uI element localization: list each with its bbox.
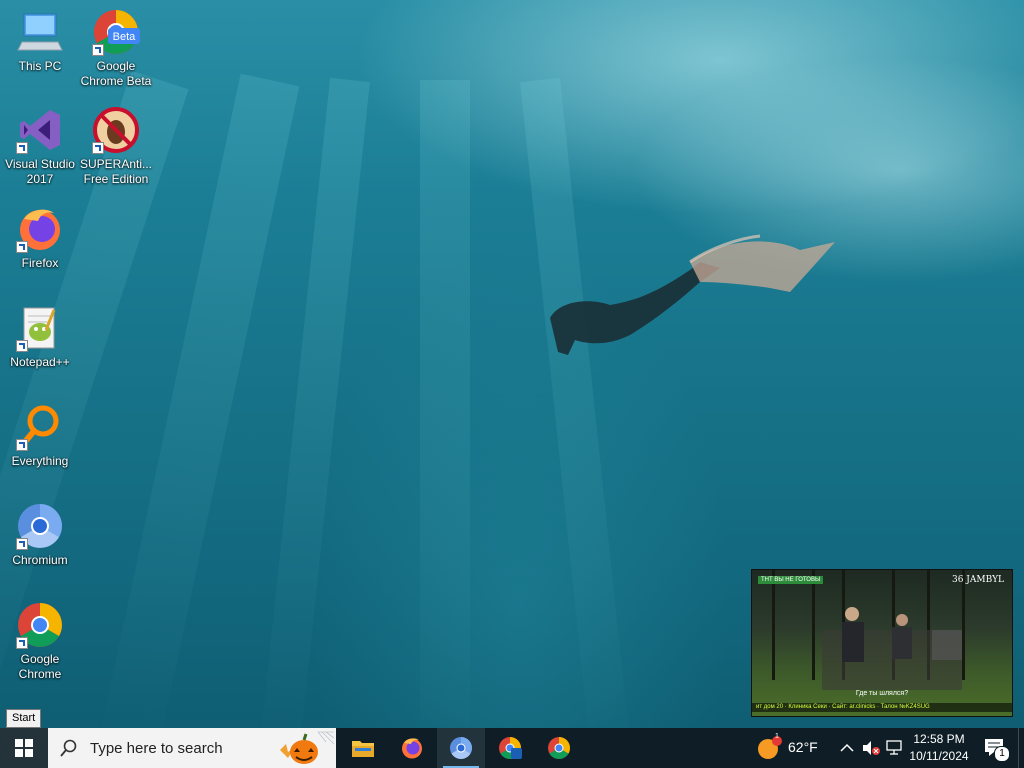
notification-count-badge: 1 [994,746,1010,762]
taskbar-chromium[interactable] [437,728,485,768]
video-thumbnail-popup[interactable]: ТНТ ВЫ НЕ ГОТОВЫ 36 JAMBYL Где ты шлялся… [751,569,1013,717]
action-center-button[interactable]: 1 [978,728,1018,768]
shortcut-arrow-icon [92,142,104,154]
chromium-icon [16,502,64,550]
channel-tag: ТНТ ВЫ НЕ ГОТОВЫ [758,576,824,584]
desktop-icon-label: SUPERAnti... Free Edition [79,157,153,186]
computer-icon [16,8,64,56]
search-icon [60,739,77,757]
chrome-icon [548,737,570,759]
weather-badge: 1 [775,733,779,740]
taskbar-firefox[interactable] [388,728,436,768]
weather-widget[interactable]: 1 62°F [752,728,824,768]
desktop-icon-label: Google Chrome [18,652,62,681]
desktop-icon-chrome[interactable]: Google Chrome [0,601,80,682]
superantispyware-icon [92,106,140,154]
weather-temperature: 62°F [788,739,818,755]
show-desktop-button[interactable] [1018,728,1024,768]
desktop-icon-chromium[interactable]: Chromium [0,502,80,568]
chrome-icon [16,601,64,649]
taskbar-chrome[interactable] [535,728,583,768]
desktop-icon-label: Google Chrome Beta [80,59,152,88]
start-button[interactable] [0,728,48,768]
shortcut-arrow-icon [16,340,28,352]
notepad-plus-plus-icon [16,304,64,352]
desktop-icon-label: Visual Studio 2017 [5,157,75,186]
shortcut-arrow-icon [16,439,28,451]
volume-muted-icon[interactable] [862,740,880,756]
desktop-icon-label: Chromium [12,553,68,567]
clock[interactable]: 12:58 PM 10/11/2024 [906,728,972,768]
desktop-icon-label: Everything [11,454,69,468]
taskbar: Type here to search 1 62°F 12:58 PM 10/1… [0,728,1024,768]
network-icon[interactable] [886,740,904,756]
desktop-icon-notepad-plus-plus[interactable]: Notepad++ [0,304,80,370]
news-ticker: ит дом 20 · Клиника Секи · Сайт: ar.clin… [752,703,1012,712]
search-box[interactable]: Type here to search [48,728,336,768]
halloween-pumpkin-icon [280,731,335,764]
chrome-beta-icon: Beta [92,8,140,56]
video-subtitle: Где ты шлялся? [855,690,909,697]
desktop-icon-superantispyware[interactable]: SUPERAnti... Free Edition [76,106,156,187]
folder-icon [352,741,374,757]
desktop-icon-label: This PC [18,59,62,73]
shortcut-arrow-icon [16,538,28,550]
taskbar-file-explorer[interactable] [339,728,387,768]
channel-logo: 36 JAMBYL [951,575,1004,585]
start-tooltip: Start [6,709,42,728]
desktop-icon-label: Firefox [21,256,59,270]
shortcut-arrow-icon [16,142,28,154]
desktop-icon-label: Notepad++ [10,355,70,369]
windows-logo-icon [15,739,33,757]
shortcut-arrow-icon [16,241,28,253]
shortcut-arrow-icon [16,637,28,649]
desktop-icon-visual-studio[interactable]: Visual Studio 2017 [0,106,80,187]
visual-studio-icon [16,106,64,154]
clock-time: 12:58 PM [913,732,965,746]
chrome-beta-icon [499,737,522,759]
desktop-icon-this-pc[interactable]: This PC [0,8,80,74]
clock-date: 10/11/2024 [909,749,969,763]
shortcut-arrow-icon [92,44,104,56]
desktop-wallpaper: This PC Beta Google Chrome Beta Visual S… [0,0,1024,728]
everything-search-icon [16,403,64,451]
desktop-icon-chrome-beta[interactable]: Beta Google Chrome Beta [76,8,156,89]
chromium-icon [450,737,472,759]
taskbar-chrome-beta[interactable] [486,728,534,768]
firefox-icon [16,205,64,253]
search-placeholder: Type here to search [90,739,223,757]
desktop-icon-everything[interactable]: Everything [0,403,80,469]
chevron-up-icon[interactable] [840,743,854,753]
firefox-icon [402,738,422,759]
beta-badge: Beta [113,31,137,43]
desktop-icon-firefox[interactable]: Firefox [0,205,80,271]
